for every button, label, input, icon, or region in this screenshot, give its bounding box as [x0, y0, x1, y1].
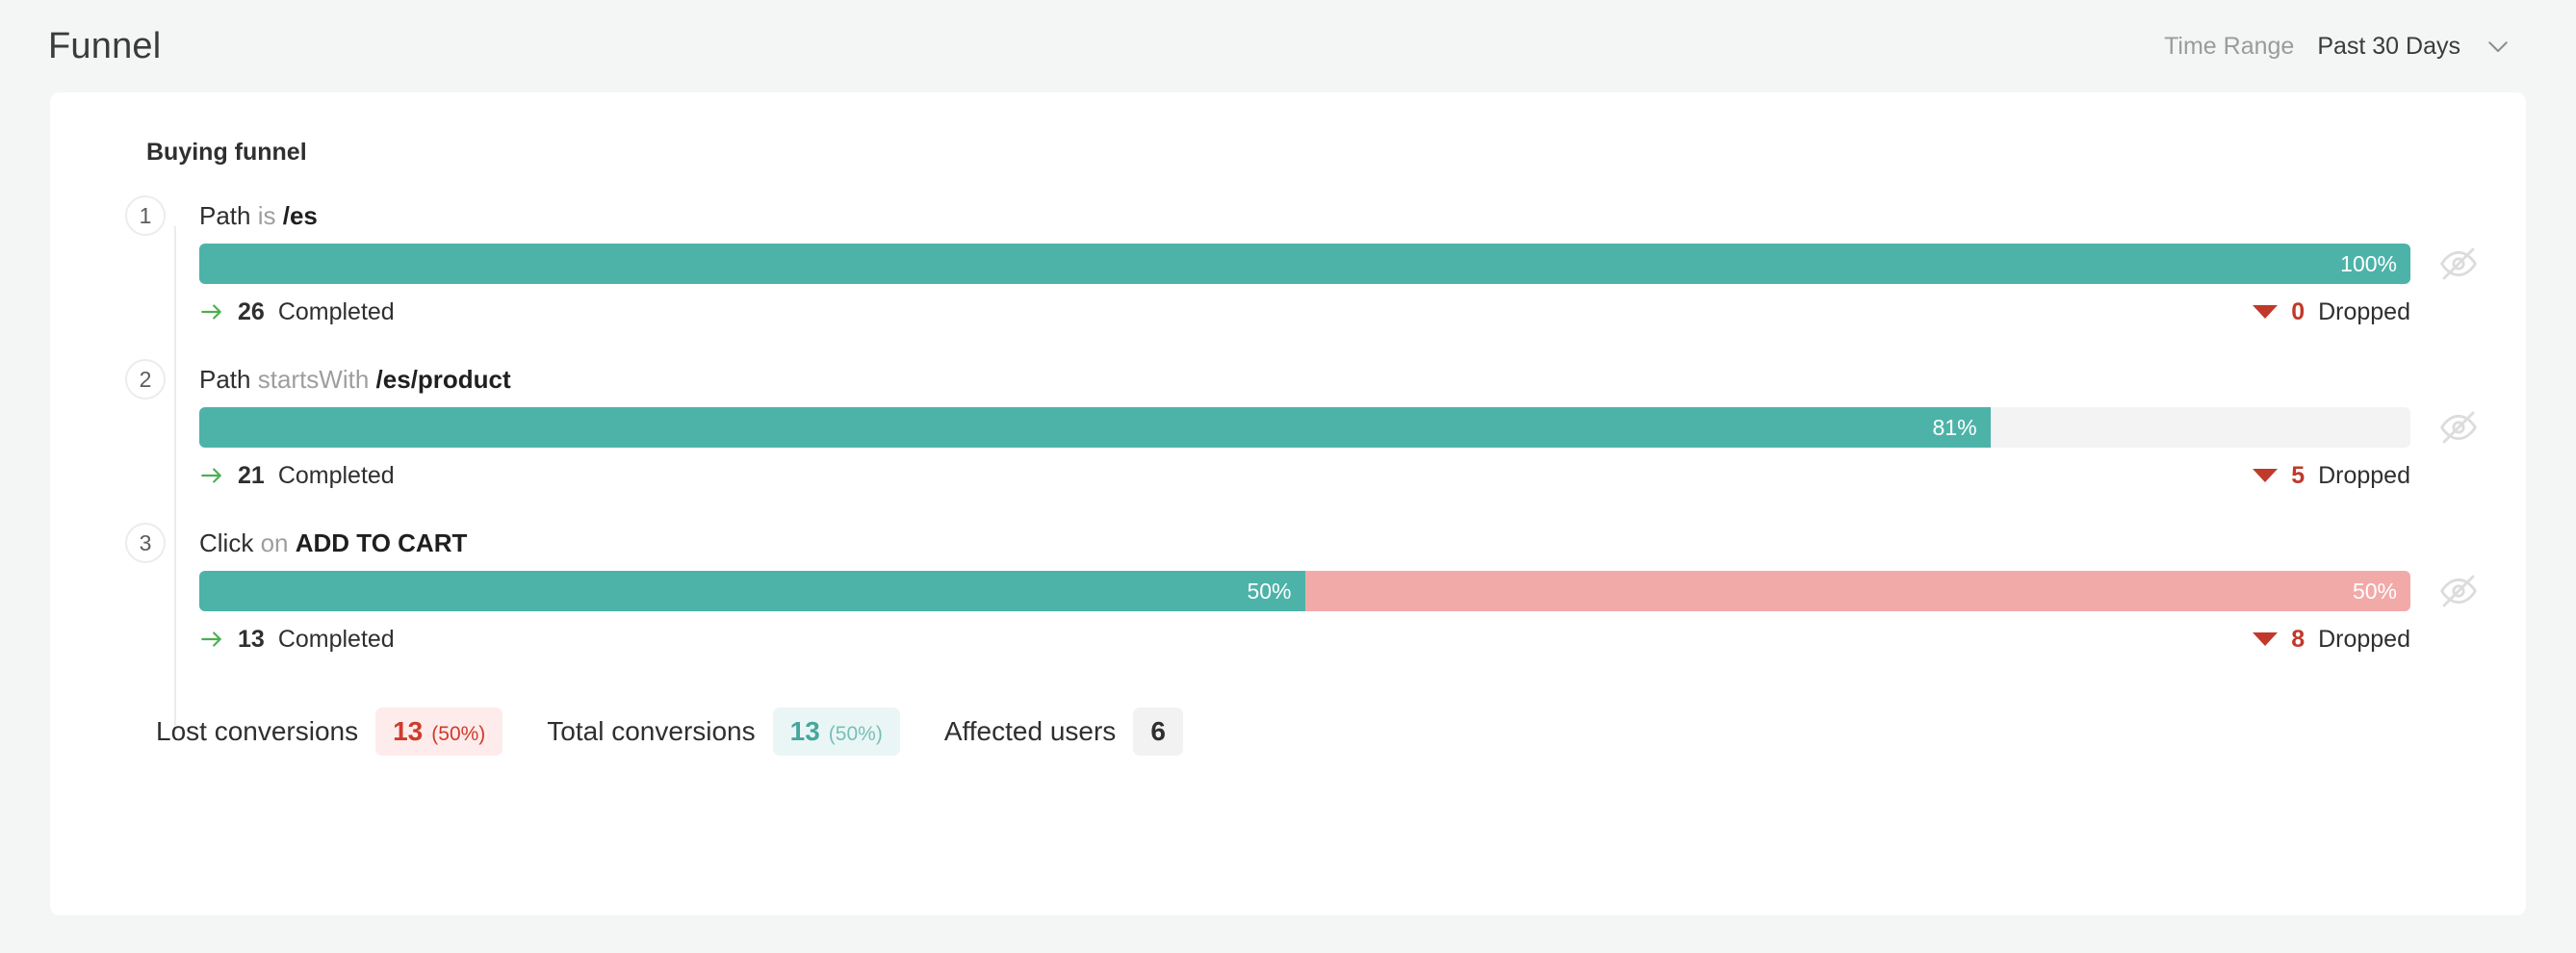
dropped-bar: 50% — [1304, 571, 2410, 611]
dropped-count: 8 — [2291, 625, 2306, 653]
arrow-right-icon — [199, 463, 224, 488]
step-definition: Click on ADD TO CART — [199, 528, 467, 558]
dropped-label: Dropped — [2318, 461, 2410, 489]
completed-metric: 26 Completed — [199, 298, 395, 326]
dropped-count: 5 — [2291, 461, 2306, 489]
completed-count: 13 — [238, 625, 265, 653]
time-range-value: Past 30 Days — [2317, 32, 2460, 60]
summary-lost-conversions: Lost conversions 13 (50%) — [156, 708, 503, 756]
step-definition: Path is /es — [199, 201, 318, 231]
funnel-page: Funnel Time Range Past 30 Days Buying fu… — [0, 0, 2576, 953]
completed-label: Completed — [277, 297, 395, 325]
completed-bar: 81% — [199, 407, 1991, 448]
step-number-badge: 3 — [125, 523, 166, 563]
step-event: Path — [199, 364, 251, 394]
eye-off-icon[interactable] — [2439, 408, 2478, 447]
step-event: Click — [199, 528, 254, 557]
step-definition: Path startsWith /es/product — [199, 365, 511, 395]
arrow-right-icon — [199, 299, 224, 324]
step-event: Path — [199, 200, 251, 230]
summary-total-conversions: Total conversions 13 (50%) — [547, 708, 900, 756]
chevron-down-icon[interactable] — [2484, 32, 2512, 61]
step-operator: is — [257, 200, 276, 230]
completed-label: Completed — [277, 461, 395, 489]
step-metrics: 26 Completed 0 Dropped — [144, 284, 2486, 340]
summary-label: Lost conversions — [156, 716, 359, 746]
progress-track: 100% — [199, 244, 2410, 284]
dropped-label: Dropped — [2318, 297, 2410, 325]
arrow-right-icon — [199, 627, 224, 652]
page-header: Funnel Time Range Past 30 Days — [0, 0, 2576, 92]
affected-users-badge: 6 — [1133, 708, 1183, 756]
completed-percent-label: 81% — [1932, 414, 1977, 440]
step-value: /es — [282, 200, 318, 230]
time-range-selector[interactable]: Time Range Past 30 Days — [2164, 32, 2512, 61]
funnel-step: 3 Click on ADD TO CART 50% 50% 13 Comple… — [125, 521, 2486, 667]
progress-track: 50% 50% — [199, 571, 2410, 611]
eye-off-icon[interactable] — [2439, 572, 2478, 610]
badge-value: 6 — [1150, 716, 1166, 746]
triangle-down-icon — [2253, 469, 2279, 482]
completed-count: 26 — [238, 297, 265, 325]
dropped-label: Dropped — [2318, 625, 2410, 653]
funnel-card: Buying funnel 1 Path is /es 100% 26 Comp… — [50, 92, 2526, 915]
step-operator: on — [260, 528, 289, 557]
completed-label: Completed — [277, 625, 395, 653]
step-number-badge: 2 — [125, 359, 166, 399]
total-conversions-badge: 13 (50%) — [772, 708, 900, 756]
progress-track: 81% — [199, 407, 2410, 448]
completed-metric: 21 Completed — [199, 462, 395, 490]
summary-label: Total conversions — [547, 716, 756, 746]
step-header: 3 Click on ADD TO CART — [125, 521, 2486, 565]
badge-value: 13 — [789, 716, 820, 746]
step-value: ADD TO CART — [295, 528, 468, 557]
dropped-metric: 0 Dropped — [2253, 298, 2410, 326]
time-range-label: Time Range — [2164, 32, 2295, 60]
completed-percent-label: 50% — [1247, 578, 1292, 604]
summary-affected-users: Affected users 6 — [944, 708, 1183, 756]
step-bar-row: 81% — [144, 407, 2486, 448]
step-number-badge: 1 — [125, 195, 166, 236]
funnel-step: 2 Path startsWith /es/product 81% 21 Com… — [125, 357, 2486, 503]
funnel-step: 1 Path is /es 100% 26 Completed 0 Droppe… — [125, 193, 2486, 340]
badge-value: 13 — [393, 716, 424, 746]
step-value: /es/product — [375, 364, 511, 394]
completed-percent-label: 100% — [2340, 250, 2397, 276]
step-header: 2 Path startsWith /es/product — [125, 357, 2486, 401]
lost-conversions-badge: 13 (50%) — [375, 708, 503, 756]
completed-metric: 13 Completed — [199, 626, 395, 654]
completed-count: 21 — [238, 461, 265, 489]
dropped-count: 0 — [2291, 297, 2306, 325]
step-bar-row: 50% 50% — [144, 571, 2486, 611]
completed-bar: 100% — [199, 244, 2410, 284]
funnel-summary: Lost conversions 13 (50%) Total conversi… — [50, 708, 2526, 756]
funnel-steps: 1 Path is /es 100% 26 Completed 0 Droppe… — [50, 193, 2526, 727]
summary-label: Affected users — [943, 716, 1117, 746]
eye-off-icon[interactable] — [2439, 245, 2478, 283]
dropped-percent-label: 50% — [2352, 578, 2397, 604]
step-metrics: 21 Completed 5 Dropped — [144, 448, 2486, 503]
step-bar-row: 100% — [144, 244, 2486, 284]
funnel-title: Buying funnel — [146, 139, 307, 166]
page-title: Funnel — [48, 25, 162, 66]
badge-percent: (50%) — [431, 723, 486, 745]
step-header: 1 Path is /es — [125, 193, 2486, 238]
step-operator: startsWith — [257, 364, 370, 394]
dropped-metric: 8 Dropped — [2253, 626, 2410, 654]
dropped-metric: 5 Dropped — [2253, 462, 2410, 490]
triangle-down-icon — [2253, 632, 2279, 646]
completed-bar: 50% — [199, 571, 1305, 611]
triangle-down-icon — [2253, 305, 2279, 319]
badge-percent: (50%) — [828, 723, 883, 745]
step-metrics: 13 Completed 8 Dropped — [144, 611, 2486, 667]
